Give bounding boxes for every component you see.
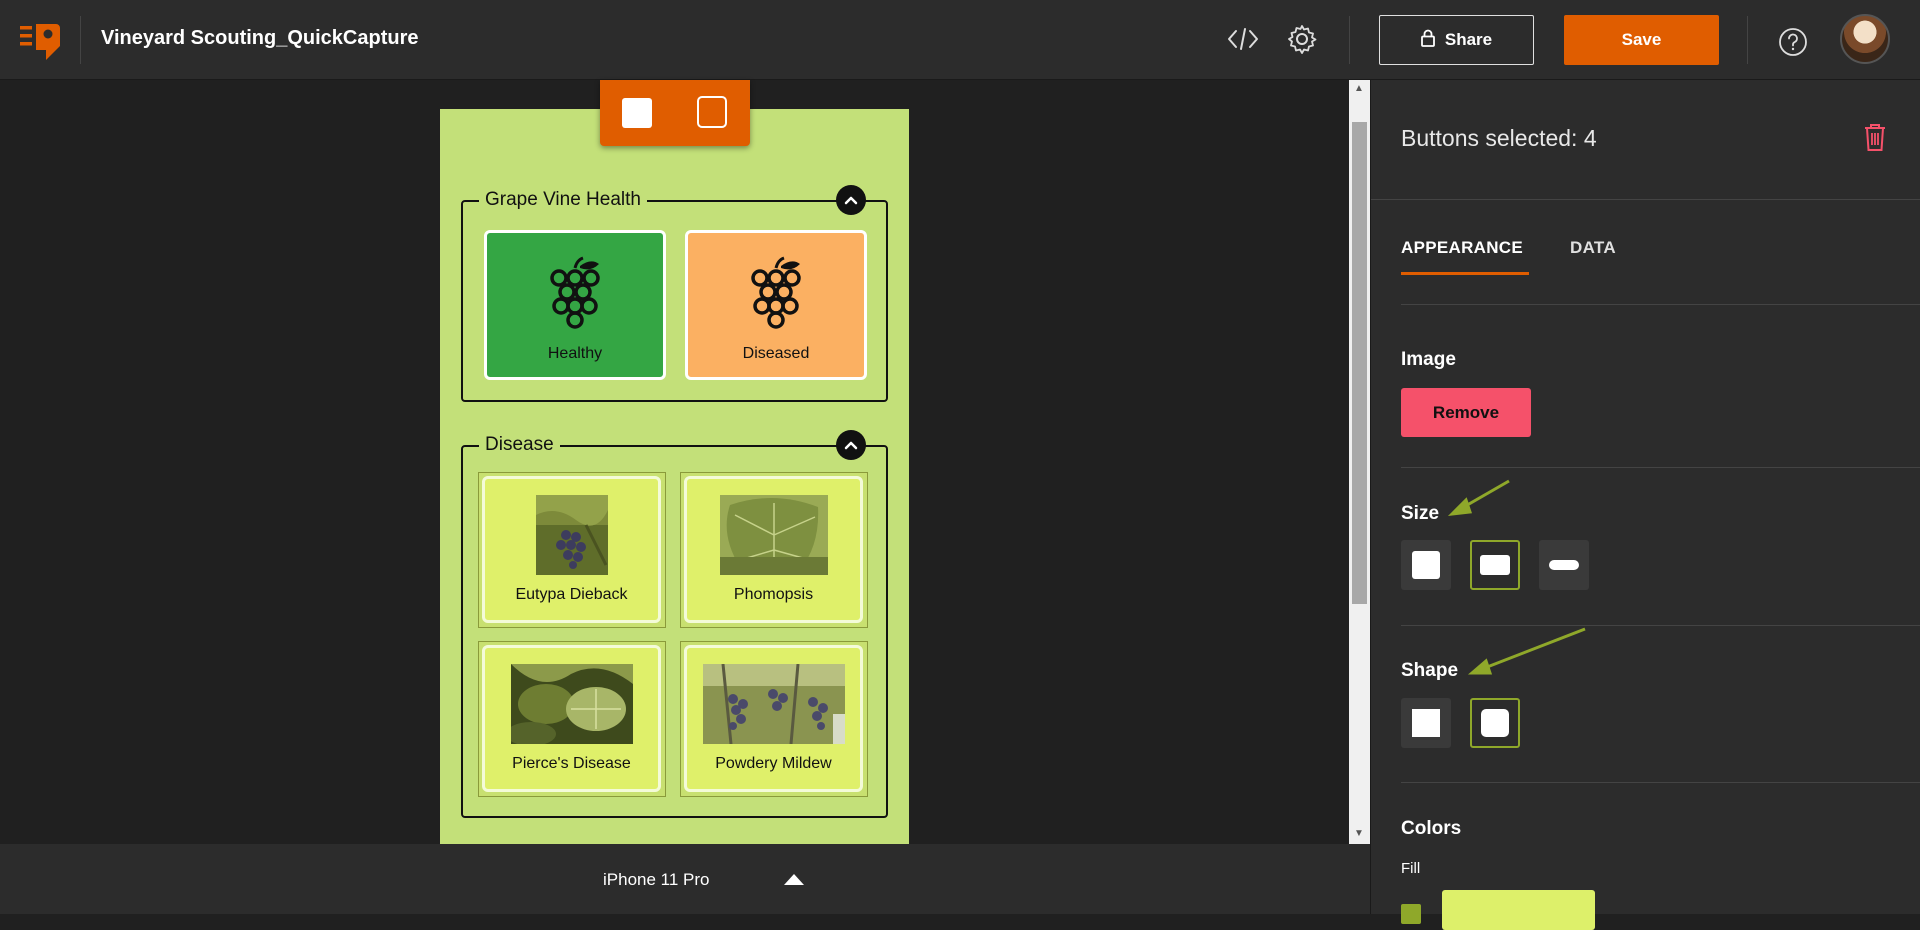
top-bar: Vineyard Scouting_QuickCapture Share Sav… bbox=[0, 0, 1920, 80]
eutypa-dieback-button[interactable]: Eutypa Dieback bbox=[482, 476, 661, 623]
gear-icon[interactable] bbox=[1285, 22, 1319, 56]
scrollbar-thumb[interactable] bbox=[1352, 122, 1367, 604]
code-icon[interactable] bbox=[1226, 22, 1260, 56]
shape-square-option[interactable] bbox=[1401, 698, 1451, 748]
pierces-disease-button[interactable]: Pierce's Disease bbox=[482, 645, 661, 792]
grapes-icon bbox=[748, 256, 804, 339]
fill-color-swatch[interactable] bbox=[1442, 890, 1595, 930]
square-shape-icon[interactable] bbox=[622, 98, 652, 128]
divider bbox=[1349, 16, 1350, 64]
vine-leaf-photo bbox=[719, 495, 828, 575]
device-select-label[interactable]: iPhone 11 Pro bbox=[603, 870, 709, 890]
divider bbox=[1371, 199, 1920, 200]
help-icon[interactable] bbox=[1776, 25, 1810, 59]
size-section-title: Size bbox=[1401, 503, 1440, 524]
small-square-icon bbox=[1412, 551, 1440, 579]
divider bbox=[1401, 304, 1920, 305]
diseased-label: Diseased bbox=[742, 345, 810, 362]
divider bbox=[1747, 16, 1748, 64]
caret-up-icon[interactable] bbox=[784, 874, 804, 885]
share-button[interactable]: Share bbox=[1379, 15, 1534, 65]
selection-title: Buttons selected: 4 bbox=[1401, 125, 1597, 151]
collapse-group-button[interactable] bbox=[836, 185, 866, 215]
colors-section-title: Colors bbox=[1401, 818, 1462, 839]
image-section-title: Image bbox=[1401, 349, 1456, 370]
divider bbox=[1401, 782, 1920, 783]
powdery-mildew-label: Powdery Mildew bbox=[715, 755, 832, 772]
remove-image-button[interactable]: Remove bbox=[1401, 388, 1531, 437]
size-small-option[interactable] bbox=[1401, 540, 1451, 590]
lock-icon bbox=[1420, 29, 1435, 52]
active-tab-indicator bbox=[1401, 272, 1529, 275]
size-medium-option[interactable] bbox=[1470, 540, 1520, 590]
floating-shape-toolbar bbox=[600, 80, 750, 146]
avatar[interactable] bbox=[1840, 14, 1890, 64]
quickcapture-logo-icon[interactable] bbox=[20, 20, 62, 60]
divider bbox=[80, 16, 81, 64]
powdery-mildew-button[interactable]: Powdery Mildew bbox=[684, 645, 863, 792]
wide-rect-icon bbox=[1549, 560, 1579, 570]
grapes-icon bbox=[547, 256, 603, 339]
group-disease: Disease Eutypa Dieback Phomopsis Pierce'… bbox=[461, 430, 888, 818]
app-title: Vineyard Scouting_QuickCapture bbox=[101, 27, 419, 49]
trash-icon[interactable] bbox=[1863, 122, 1887, 152]
button-cell: Powdery Mildew bbox=[680, 641, 868, 797]
scroll-up-arrow-icon[interactable]: ▲ bbox=[1354, 83, 1364, 94]
share-label: Share bbox=[1444, 30, 1493, 49]
fill-checkbox[interactable] bbox=[1401, 904, 1421, 924]
group-grape-vine-health: Grape Vine Health Healthy Diseased bbox=[461, 185, 888, 402]
tab-data[interactable]: DATA bbox=[1570, 238, 1616, 258]
eutypa-dieback-label: Eutypa Dieback bbox=[515, 586, 628, 603]
square-shape-icon bbox=[1412, 709, 1440, 737]
divider bbox=[1401, 467, 1920, 468]
phomopsis-button[interactable]: Phomopsis bbox=[684, 476, 863, 623]
healthy-label: Healthy bbox=[547, 345, 603, 362]
shape-section-title: Shape bbox=[1401, 660, 1459, 681]
leaf-canopy-photo bbox=[510, 664, 633, 744]
diseased-button[interactable]: Diseased bbox=[685, 230, 867, 380]
properties-panel: Buttons selected: 4 APPEARANCE DATA Imag… bbox=[1370, 80, 1920, 930]
shape-rounded-option[interactable] bbox=[1470, 698, 1520, 748]
save-button[interactable]: Save bbox=[1564, 15, 1719, 65]
grape-cluster-photo bbox=[535, 495, 608, 575]
pierces-disease-label: Pierce's Disease bbox=[512, 755, 631, 772]
medium-rect-icon bbox=[1480, 555, 1510, 575]
grape-bunches-photo bbox=[702, 664, 845, 744]
fill-label: Fill bbox=[1401, 860, 1421, 877]
canvas-scrollbar[interactable]: ▲ ▼ bbox=[1349, 80, 1370, 844]
button-cell: Pierce's Disease bbox=[478, 641, 666, 797]
group-title: Disease bbox=[479, 434, 560, 456]
button-cell: Eutypa Dieback bbox=[478, 472, 666, 628]
group-title: Grape Vine Health bbox=[479, 189, 647, 211]
tab-appearance[interactable]: APPEARANCE bbox=[1401, 238, 1523, 258]
divider bbox=[1401, 625, 1920, 626]
size-wide-option[interactable] bbox=[1539, 540, 1589, 590]
healthy-button[interactable]: Healthy bbox=[484, 230, 666, 380]
rounded-shape-icon[interactable] bbox=[697, 96, 727, 128]
collapse-group-button[interactable] bbox=[836, 430, 866, 460]
rounded-shape-icon bbox=[1481, 709, 1509, 737]
phomopsis-label: Phomopsis bbox=[733, 586, 814, 603]
device-bar: iPhone 11 Pro bbox=[0, 844, 1370, 914]
scroll-down-arrow-icon[interactable]: ▼ bbox=[1354, 828, 1364, 839]
button-cell: Phomopsis bbox=[680, 472, 868, 628]
